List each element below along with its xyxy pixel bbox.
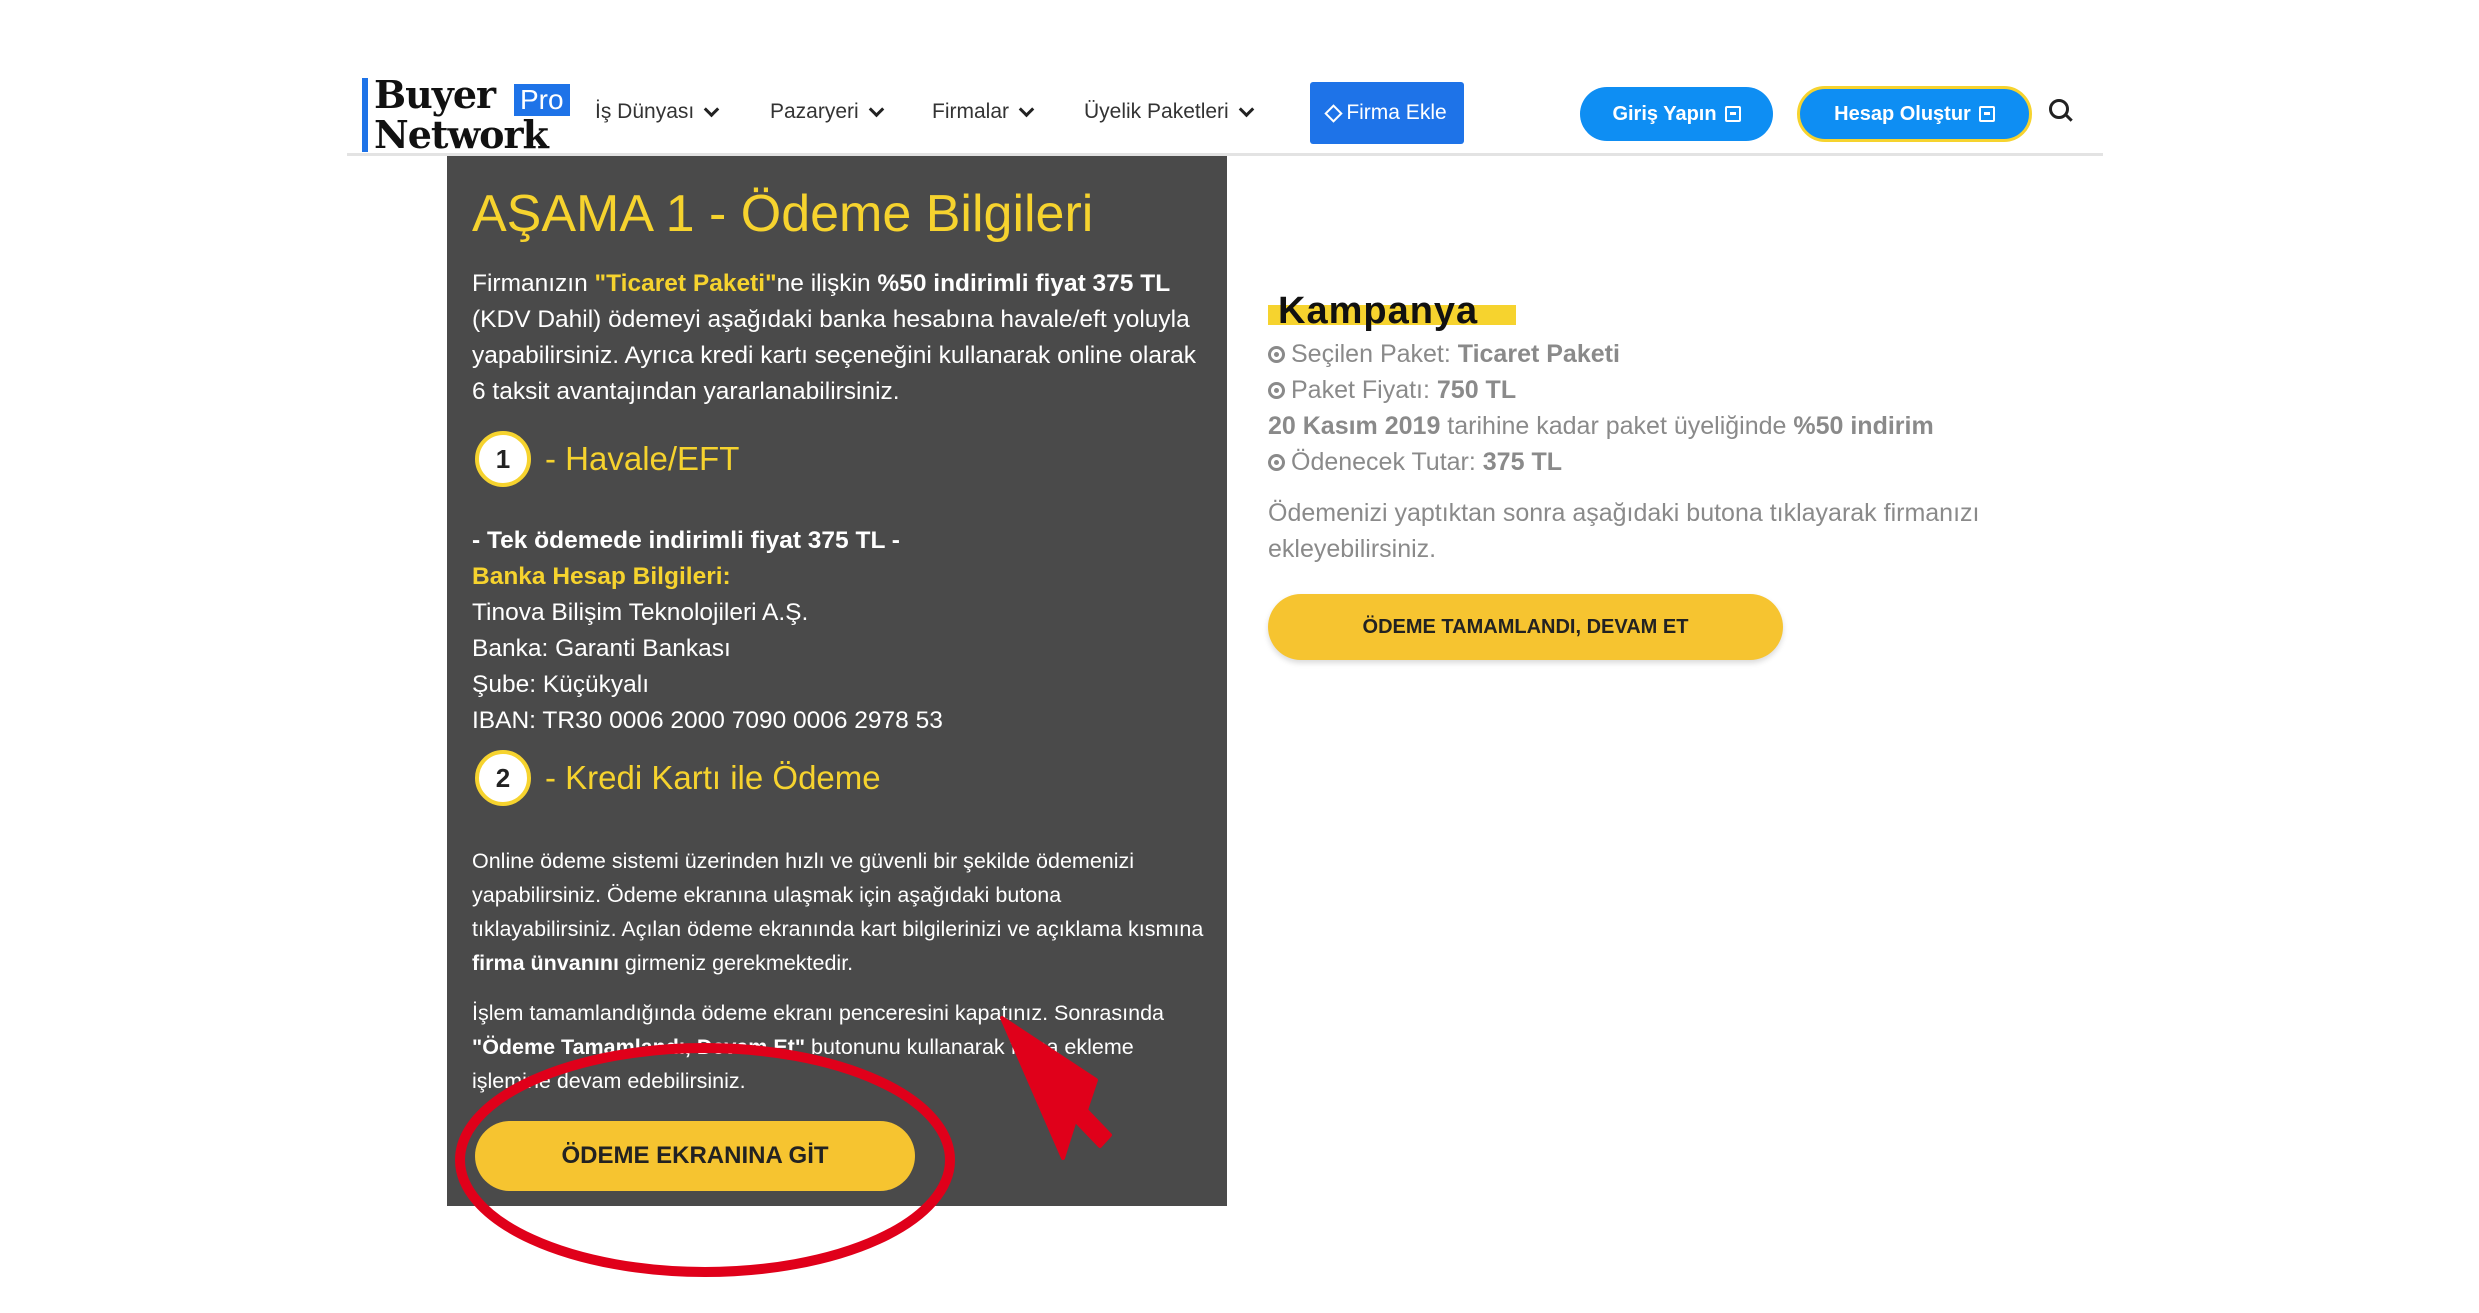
step-number-badge: 1	[475, 431, 531, 487]
label: Paket Fiyatı:	[1291, 376, 1437, 404]
dot-circle-icon	[1268, 454, 1285, 471]
value: Ticaret Paketi	[1457, 340, 1620, 368]
nav-label: Pazaryeri	[770, 100, 859, 123]
site-header: Buyer Pro Network İş Dünyası Pazaryeri F…	[347, 70, 2103, 157]
amount-due-line: Ödenecek Tutar: 375 TL	[1268, 448, 1562, 477]
payment-info-panel: AŞAMA 1 - Ödeme Bilgileri Firmanızın "Ti…	[447, 156, 1227, 1206]
bank-heading: Banka Hesap Bilgileri:	[472, 563, 731, 590]
nav-uyelik-paketleri[interactable]: Üyelik Paketleri	[1084, 100, 1254, 124]
text-bold: firma ünvanını	[472, 951, 619, 975]
step-title: - Kredi Kartı ile Ödeme	[545, 759, 881, 796]
intro-text-part: (KDV Dahil) ödemeyi aşağıdaki banka hesa…	[472, 306, 1197, 405]
label: tarihine kadar paket üyeliğinde	[1440, 412, 1794, 440]
text-part: İşlem tamamlandığında ödeme ekranı pence…	[472, 1001, 1164, 1025]
discount-value: %50 indirim	[1793, 412, 1934, 440]
chevron-down-icon	[1238, 101, 1254, 117]
text-part: girmeniz gerekmektedir.	[618, 951, 854, 975]
chevron-down-icon	[868, 101, 884, 117]
package-name: "Ticaret Paketi"	[594, 270, 777, 297]
edit-icon	[1978, 106, 1995, 122]
login-button[interactable]: Giriş Yapın	[1580, 87, 1773, 141]
selected-package-line: Seçilen Paket: Ticaret Paketi	[1268, 340, 1620, 369]
firma-ekle-label: Firma Ekle	[1346, 101, 1447, 124]
bank-branch: Şube: Küçükyalı	[472, 671, 650, 698]
bank-name: Banka: Garanti Bankası	[472, 635, 731, 662]
text-bold: "Ödeme Tamamlandı, Devam Et"	[472, 1035, 806, 1059]
text-part: Online ödeme sistemi üzerinden hızlı ve …	[472, 849, 1204, 941]
signup-button[interactable]: Hesap Oluştur	[1797, 86, 2032, 142]
sign-in-icon	[1724, 106, 1741, 122]
campaign-title: Kampanya	[1278, 290, 1479, 332]
buyer-network-pro-logo[interactable]: Buyer Pro Network	[362, 72, 570, 157]
logo-buyer-text: Buyer	[374, 72, 496, 117]
nav-label: İş Dünyası	[595, 100, 695, 123]
after-payment-paragraph: İşlem tamamlandığında ödeme ekranı pence…	[472, 996, 1207, 1098]
annotation-overlay	[455, 1016, 1112, 1277]
dot-circle-icon	[1268, 346, 1285, 363]
bank-details: - Tek ödemede indirimli fiyat 375 TL - B…	[472, 523, 1202, 739]
deadline-date: 20 Kasım 2019	[1268, 412, 1441, 440]
go-to-payment-button[interactable]: ÖDEME EKRANINA GİT	[475, 1121, 915, 1191]
bank-company: Tinova Bilişim Teknolojileri A.Ş.	[472, 599, 809, 626]
step-credit-card: 2 - Kredi Kartı ile Ödeme	[475, 750, 881, 806]
campaign-note: Ödemenizi yaptıktan sonra aşağıdaki buto…	[1268, 499, 1980, 563]
logo-bar	[362, 78, 368, 152]
online-payment-paragraph: Online ödeme sistemi üzerinden hızlı ve …	[472, 844, 1207, 980]
online-payment-text: Online ödeme sistemi üzerinden hızlı ve …	[472, 844, 1207, 1098]
signup-label: Hesap Oluştur	[1834, 102, 1971, 125]
nav-is-dunyasi[interactable]: İş Dünyası	[595, 100, 720, 124]
bank-iban: IBAN: TR30 0006 2000 7090 0006 2978 53	[472, 707, 943, 734]
value: 375 TL	[1482, 448, 1562, 476]
package-price-line: Paket Fiyatı: 750 TL	[1268, 376, 1516, 405]
intro-text: Firmanızın "Ticaret Paketi"ne ilişkin %5…	[472, 266, 1202, 410]
discount-price: %50 indirimli fiyat 375 TL	[877, 270, 1171, 297]
nav-label: Üyelik Paketleri	[1084, 100, 1229, 123]
campaign-deadline-line: 20 Kasım 2019 tarihine kadar paket üyeli…	[1268, 412, 1934, 441]
nav-firmalar[interactable]: Firmalar	[932, 100, 1035, 124]
step-title: - Havale/EFT	[545, 440, 740, 477]
intro-text-part: ne ilişkin	[776, 270, 878, 297]
label: Seçilen Paket:	[1291, 340, 1458, 368]
nav-label: Firmalar	[932, 100, 1009, 123]
single-payment-price: - Tek ödemede indirimli fiyat 375 TL -	[472, 527, 900, 554]
search-icon[interactable]	[2049, 99, 2075, 125]
step-number-badge: 2	[475, 750, 531, 806]
value: 750 TL	[1436, 376, 1517, 404]
intro-text-part: Firmanızın	[472, 270, 595, 297]
payment-completed-button[interactable]: ÖDEME TAMAMLANDI, DEVAM ET	[1268, 594, 1783, 660]
step-havale-eft: 1 - Havale/EFT	[475, 431, 739, 487]
logo-network-text: Network	[374, 112, 549, 157]
nav-pazaryeri[interactable]: Pazaryeri	[770, 100, 884, 124]
chevron-down-icon	[1018, 101, 1035, 117]
page-title: AŞAMA 1 - Ödeme Bilgileri	[472, 185, 1094, 243]
dot-circle-icon	[1268, 382, 1285, 399]
chevron-down-icon	[703, 101, 720, 117]
diamond-icon	[1324, 103, 1344, 123]
label: Ödenecek Tutar:	[1291, 448, 1483, 476]
login-label: Giriş Yapın	[1612, 102, 1717, 125]
firma-ekle-button[interactable]: Firma Ekle	[1310, 82, 1464, 144]
